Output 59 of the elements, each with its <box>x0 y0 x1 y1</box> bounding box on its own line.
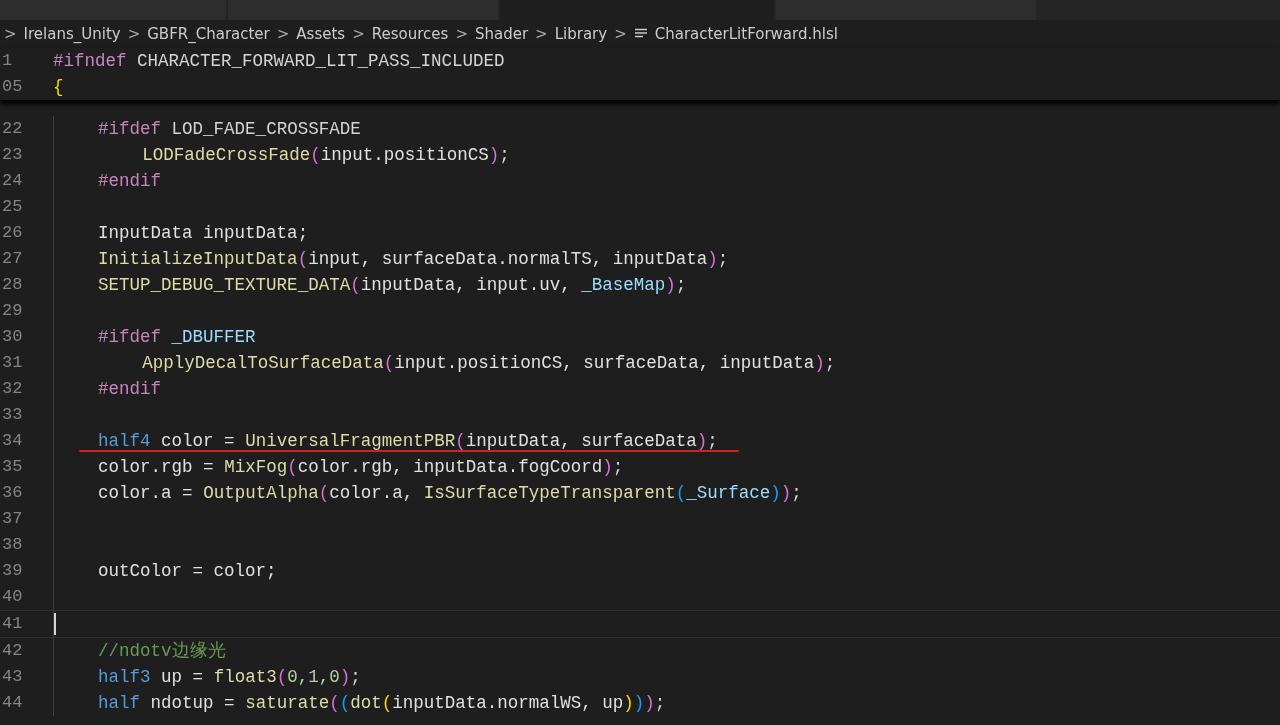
line-number: 40 <box>1 586 24 608</box>
code-line: { <box>53 76 65 99</box>
line-number: 31 <box>1 352 24 374</box>
line-number: 38 <box>1 534 24 556</box>
breadcrumb-item[interactable]: Shader <box>474 22 529 46</box>
line-number: 23 <box>1 144 24 166</box>
line-number: 05 <box>1 76 24 98</box>
code-line: #ifndef CHARACTER_FORWARD_LIT_PASS_INCLUDED <box>53 50 506 73</box>
code-line: outColor = color; <box>97 560 278 583</box>
breadcrumb-separator: > <box>4 23 17 45</box>
code-line: InitializeInputData(input, surfaceData.normalTS, inputData); <box>97 248 730 271</box>
code-line: #ifdef _DBUFFER <box>97 326 257 349</box>
line-number: 32 <box>1 378 24 400</box>
line-number: 27 <box>1 248 24 270</box>
line-number: 1 <box>1 50 14 72</box>
code-line: InputData inputData; <box>97 222 310 245</box>
code-line: half4 color = UniversalFragmentPBR(inputData, surfaceData); <box>97 430 719 453</box>
line-number: 34 <box>1 430 24 452</box>
code-line: LODFadeCrossFade(input.positionCS); <box>141 144 511 167</box>
code-line: #endif <box>97 170 163 193</box>
breadcrumb-separator: > <box>614 23 627 45</box>
line-number: 22 <box>1 118 24 140</box>
line-number: 25 <box>1 196 24 218</box>
breadcrumb-item[interactable]: Library <box>554 22 608 46</box>
line-number: 30 <box>1 326 24 348</box>
code-line: color.a = OutputAlpha(color.a, IsSurfaceTypeTransparent(_Surface)); <box>97 482 803 505</box>
line-number: 41 <box>1 613 24 635</box>
text-cursor <box>54 613 56 636</box>
line-number: 24 <box>1 170 24 192</box>
file-lines-icon <box>633 28 648 40</box>
code-line: //ndotv边缘光 <box>97 640 227 663</box>
line-number: 37 <box>1 508 24 530</box>
code-line: SETUP_DEBUG_TEXTURE_DATA(inputData, input.uv, _BaseMap); <box>97 274 688 297</box>
breadcrumb-item[interactable]: Irelans_Unity <box>23 22 121 46</box>
breadcrumb-separator: > <box>455 23 468 45</box>
breadcrumb-item[interactable]: CharacterLitForward.hlsl <box>654 22 838 46</box>
code-line: #endif <box>97 378 163 401</box>
line-number: 36 <box>1 482 24 504</box>
breadcrumb-separator: > <box>127 23 141 45</box>
breadcrumb-separator: > <box>276 23 290 45</box>
line-number: 35 <box>1 456 24 478</box>
code-line: half3 up = float3(0,1,0); <box>97 666 362 689</box>
line-number: 39 <box>1 560 24 582</box>
breadcrumb-separator: > <box>535 23 548 45</box>
breadcrumb-item[interactable]: Assets <box>296 22 346 46</box>
breadcrumb-item[interactable]: Resources <box>371 22 449 46</box>
line-number: 26 <box>1 222 24 244</box>
line-number: 44 <box>1 692 24 714</box>
line-number: 29 <box>1 300 24 322</box>
breadcrumb-item[interactable]: GBFR_Character <box>147 22 270 46</box>
breadcrumb-separator: > <box>352 23 365 45</box>
code-line: #ifdef LOD_FADE_CROSSFADE <box>97 118 362 141</box>
code-line: color.rgb = MixFog(color.rgb, inputData.fogCoord); <box>97 456 625 479</box>
line-number: 42 <box>1 640 24 662</box>
line-number: 28 <box>1 274 24 296</box>
line-number: 33 <box>1 404 24 426</box>
line-number: 43 <box>1 666 24 688</box>
code-line: half ndotup = saturate((dot(inputData.normalWS, up))); <box>97 692 667 715</box>
code-line: ApplyDecalToSurfaceData(input.positionCS, surfaceData, inputData); <box>141 352 837 375</box>
